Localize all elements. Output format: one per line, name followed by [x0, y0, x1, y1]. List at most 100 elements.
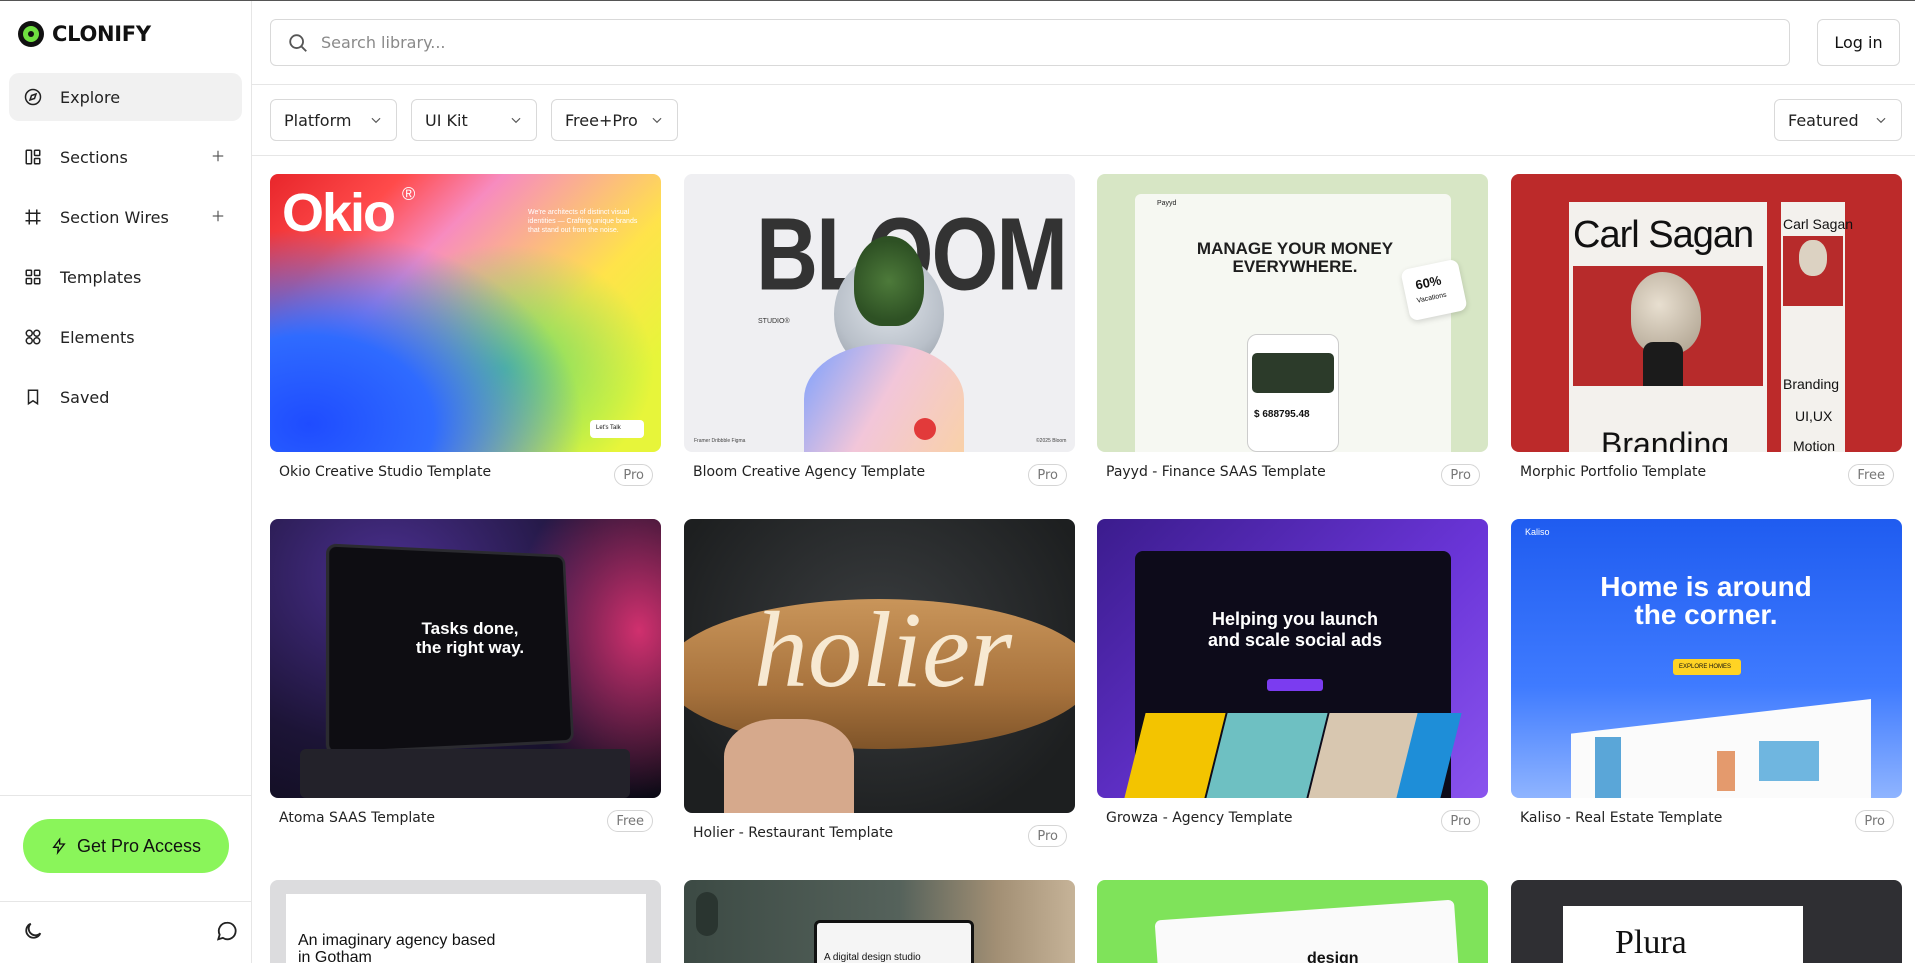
card-title[interactable]: Okio Creative Studio Template [279, 464, 491, 480]
sidebar-item-saved[interactable]: Saved [9, 373, 242, 421]
card-title[interactable]: Morphic Portfolio Template [1520, 464, 1706, 480]
stat-label: Vacations [1416, 291, 1448, 305]
card-title[interactable]: Kaliso - Real Estate Template [1520, 810, 1722, 826]
brand[interactable]: CLONIFY [18, 20, 151, 48]
plus-icon[interactable] [208, 146, 228, 166]
portrait-body [1643, 342, 1683, 386]
pricing-dropdown[interactable]: Free+Pro [551, 99, 678, 141]
bloom-copyright: ©2025 Bloom [1036, 438, 1067, 444]
brand-name: CLONIFY [52, 22, 151, 46]
phone-mockup: $ 688795.48 [1247, 334, 1339, 452]
house-window-2 [1759, 741, 1819, 781]
bookmark-icon [23, 387, 43, 407]
atoma-headline: Tasks done, the right way. [415, 619, 525, 657]
design-word: design [1307, 950, 1359, 963]
kaliso-headline: Home is around the corner. [1600, 571, 1812, 630]
template-card-holier[interactable]: holier Holier - Restaurant Template Pro [684, 519, 1075, 847]
side-name: Carl Sagan [1783, 216, 1854, 232]
sidebar-item-explore[interactable]: Explore [9, 73, 242, 121]
template-thumbnail[interactable]: BLOOM STUDIO® Framer Dribbble Figma ©202… [684, 174, 1075, 452]
studio-label: STUDIO® [758, 318, 790, 325]
pro-button-label: Get Pro Access [76, 835, 202, 856]
sort-dropdown[interactable]: Featured [1774, 99, 1902, 141]
divider [252, 155, 1915, 156]
pricing-badge: Pro [1028, 825, 1067, 847]
divider [252, 84, 1915, 85]
template-thumbnail[interactable]: A digital design studio [684, 880, 1075, 963]
chevron-down-icon [511, 117, 521, 124]
chevron-down-icon [1876, 117, 1886, 124]
sidebar-item-sections[interactable]: Sections [9, 133, 242, 181]
plura-wordmark: Plura [1615, 924, 1687, 961]
pricing-badge: Pro [1441, 810, 1480, 832]
template-card-kaliso[interactable]: Kaliso Home is around the corner. EXPLOR… [1511, 519, 1902, 832]
template-card-okio[interactable]: Okio ® We're architects of distinct visu… [270, 174, 661, 486]
search-icon [289, 33, 307, 52]
dropdown-label: UI Kit [425, 110, 468, 130]
sidebar-item-label: Section Wires [60, 207, 169, 227]
login-button[interactable]: Log in [1817, 19, 1900, 66]
sidebar-item-elements[interactable]: Elements [9, 313, 242, 361]
house-door [1717, 751, 1735, 791]
sidebar-item-label: Sections [60, 147, 128, 167]
sidebar-item-label: Saved [60, 387, 110, 407]
growza-cta [1267, 679, 1323, 691]
moon-icon[interactable] [22, 920, 46, 944]
pricing-badge: Pro [1855, 810, 1894, 832]
side-uiux: UI,UX [1795, 408, 1833, 424]
template-thumbnail[interactable]: An imaginary agency based in Gotham [270, 880, 661, 963]
house-window [1595, 737, 1621, 798]
card-title[interactable]: Payyd - Finance SAAS Template [1106, 464, 1326, 480]
kaliso-cta: EXPLORE HOMES [1673, 659, 1741, 675]
sidebar-item-label: Explore [60, 87, 121, 107]
search-bar[interactable] [270, 19, 1790, 66]
template-thumbnail[interactable]: Plura [1511, 880, 1902, 963]
card-title[interactable]: Holier - Restaurant Template [693, 825, 893, 841]
side-head [1799, 240, 1827, 276]
platform-dropdown[interactable]: Platform [270, 99, 397, 141]
template-card-row3-1[interactable]: An imaginary agency based in Gotham [270, 880, 661, 963]
card-title[interactable]: Atoma SAAS Template [279, 810, 435, 826]
sidebar-item-section-wires[interactable]: Section Wires [9, 193, 242, 241]
search-input[interactable] [321, 33, 1721, 52]
template-thumbnail[interactable]: Tasks done, the right way. [270, 519, 661, 798]
template-card-morphic[interactable]: Carl Sagan Branding Carl Sagan Branding … [1511, 174, 1902, 486]
sidebar-item-label: Elements [60, 327, 135, 347]
template-thumbnail[interactable]: Okio ® We're architects of distinct visu… [270, 174, 661, 452]
template-thumbnail[interactable]: Kaliso Home is around the corner. EXPLOR… [1511, 519, 1902, 798]
chat-icon[interactable] [216, 920, 240, 944]
template-card-payyd[interactable]: Payyd MANAGE YOUR MONEY EVERYWHERE. 60% … [1097, 174, 1488, 486]
plus-icon[interactable] [208, 206, 228, 226]
clonify-logo-icon [18, 21, 44, 47]
template-thumbnail[interactable]: Payyd MANAGE YOUR MONEY EVERYWHERE. 60% … [1097, 174, 1488, 452]
template-card-atoma[interactable]: Tasks done, the right way. Atoma SAAS Te… [270, 519, 661, 832]
sidebar-item-templates[interactable]: Templates [9, 253, 242, 301]
divider [0, 901, 251, 902]
template-thumbnail[interactable]: design [1097, 880, 1488, 963]
stat-card: 60% Vacations [1400, 258, 1468, 322]
sidebar-item-label: Templates [60, 267, 142, 287]
okio-cta: Let's Talk [590, 420, 644, 438]
template-card-growza[interactable]: Helping you launch and scale social ads … [1097, 519, 1488, 832]
dropdown-label: Free+Pro [565, 110, 638, 130]
okio-tagline: We're architects of distinct visual iden… [528, 209, 638, 234]
card-title[interactable]: Bloom Creative Agency Template [693, 464, 925, 480]
ad-card-teal [1206, 713, 1328, 798]
template-card-row3-3[interactable]: design [1097, 880, 1488, 963]
card-title[interactable]: Growza - Agency Template [1106, 810, 1292, 826]
theme-toggle [696, 892, 718, 936]
get-pro-access-button[interactable]: Get Pro Access [23, 819, 229, 873]
template-card-row3-2[interactable]: A digital design studio [684, 880, 1075, 963]
template-thumbnail[interactable]: holier [684, 519, 1075, 813]
template-card-bloom[interactable]: BLOOM STUDIO® Framer Dribbble Figma ©202… [684, 174, 1075, 486]
sidebar: CLONIFY Explore Sections Section Wires T… [0, 1, 252, 963]
frame-icon [23, 207, 43, 227]
ui-kit-dropdown[interactable]: UI Kit [411, 99, 537, 141]
template-card-row3-4[interactable]: Plura [1511, 880, 1902, 963]
template-thumbnail[interactable]: Carl Sagan Branding Carl Sagan Branding … [1511, 174, 1902, 452]
balance-amount: $ 688795.48 [1254, 409, 1310, 420]
phone-card [1252, 353, 1334, 393]
template-thumbnail[interactable]: Helping you launch and scale social ads [1097, 519, 1488, 798]
registered-mark: ® [402, 184, 416, 204]
pricing-badge: Pro [1028, 464, 1067, 486]
